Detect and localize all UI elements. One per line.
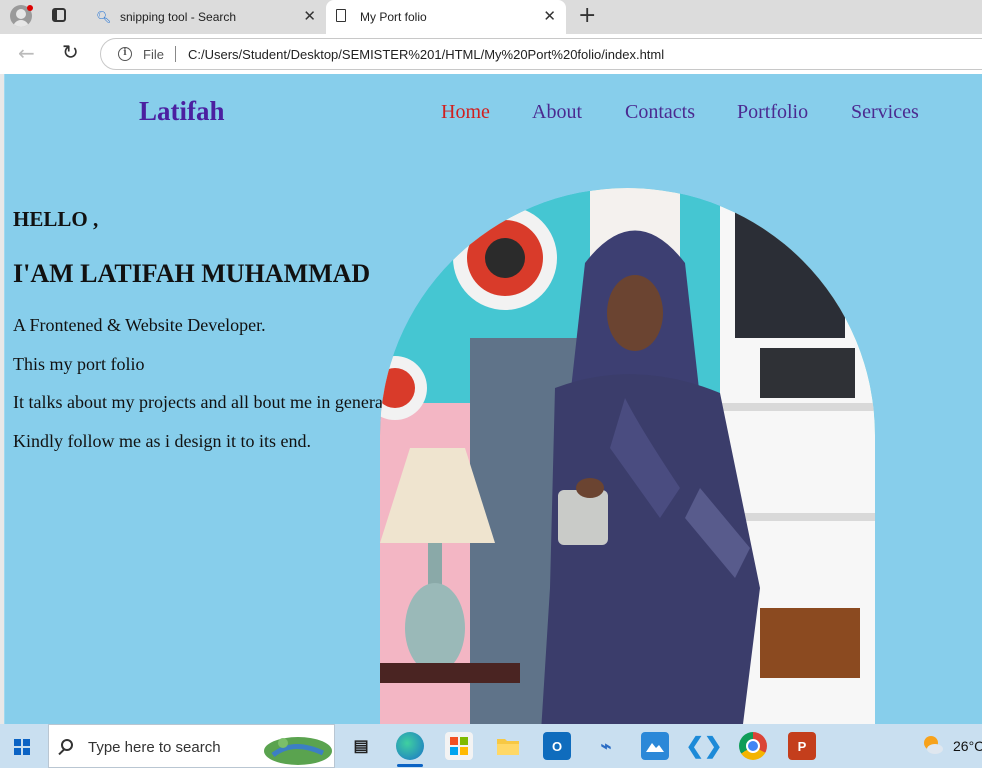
outlook-icon[interactable]: O <box>543 732 571 760</box>
tab-strip: 🔍︎ snipping tool - Search ✕ My Port foli… <box>0 0 982 34</box>
temperature-text[interactable]: 26°C <box>953 738 982 754</box>
tab-label: My Port folio <box>360 10 427 24</box>
profile-photo <box>380 188 875 724</box>
powerpoint-icon[interactable]: P <box>788 732 816 760</box>
notification-dot <box>27 5 33 11</box>
nav-services[interactable]: Services <box>851 101 919 124</box>
portrait-illustration <box>380 188 875 724</box>
intro-text: A Frontened & Website Developer. <box>13 315 266 335</box>
url-text[interactable]: C:/Users/Student/Desktop/SEMISTER%201/HT… <box>188 47 664 62</box>
active-app-indicator <box>397 764 423 767</box>
nav-portfolio[interactable]: Portfolio <box>737 101 808 124</box>
taskbar: Type here to search ▤ O ⌁ ❮❯ P 26°C <box>0 724 982 768</box>
tab-label: snipping tool - Search <box>120 10 237 24</box>
nav-about[interactable]: About <box>532 101 582 124</box>
close-tab-icon[interactable]: ✕ <box>303 8 316 24</box>
vscode-icon[interactable]: ❮❯ <box>686 732 723 760</box>
search-icon <box>61 739 73 751</box>
tab-actions-icon[interactable] <box>52 8 66 22</box>
nav-contacts[interactable]: Contacts <box>625 101 695 124</box>
greeting-heading: HELLO , <box>13 207 99 231</box>
search-icon: 🔍︎ <box>96 10 112 24</box>
search-placeholder: Type here to search <box>88 739 221 756</box>
weather-icon[interactable] <box>922 734 944 756</box>
task-view-icon[interactable]: ▤ <box>347 732 375 760</box>
back-icon[interactable]: ← <box>18 42 35 64</box>
tab-portfolio[interactable]: My Port folio ✕ <box>326 0 566 34</box>
site-logo[interactable]: Latifah <box>139 96 225 127</box>
store-icon[interactable] <box>445 732 473 760</box>
photos-icon[interactable] <box>641 732 669 760</box>
browser-toolbar: ← ↻ i File C:/Users/Student/Desktop/SEMI… <box>0 34 982 74</box>
new-tab-button[interactable]: + <box>578 4 596 28</box>
rdp-icon[interactable]: ⌁ <box>592 732 620 760</box>
search-highlight-illustration <box>264 737 332 765</box>
scheme-label: File <box>143 47 164 62</box>
reload-icon[interactable]: ↻ <box>62 41 79 63</box>
intro-text: This my port folio <box>13 354 145 374</box>
taskbar-search[interactable]: Type here to search <box>48 724 335 768</box>
name-heading: I'AM LATIFAH MUHAMMAD <box>13 259 371 288</box>
intro-text: Kindly follow me as i design it to its e… <box>13 431 311 451</box>
close-tab-icon[interactable]: ✕ <box>543 8 556 24</box>
file-explorer-icon[interactable] <box>494 732 522 760</box>
windows-start-icon[interactable] <box>14 739 30 755</box>
info-icon[interactable]: i <box>118 47 132 61</box>
divider <box>175 46 176 62</box>
chrome-icon[interactable] <box>739 732 767 760</box>
nav-home[interactable]: Home <box>441 101 490 124</box>
address-bar[interactable]: i File C:/Users/Student/Desktop/SEMISTER… <box>100 38 982 70</box>
intro-text: It talks about my projects and all bout … <box>13 392 393 412</box>
tab-search[interactable]: 🔍︎ snipping tool - Search ✕ <box>86 0 326 34</box>
page-viewport: Latifah Home About Contacts Portfolio Se… <box>4 74 982 724</box>
edge-icon[interactable] <box>396 732 424 760</box>
page-icon <box>336 9 346 22</box>
